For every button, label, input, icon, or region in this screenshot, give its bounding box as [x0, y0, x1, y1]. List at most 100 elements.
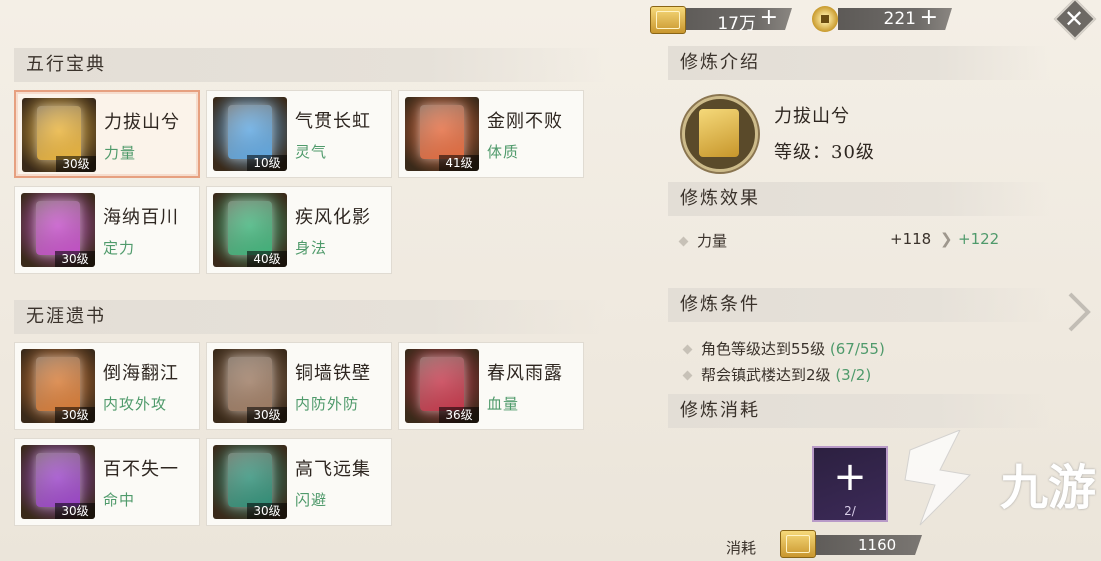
skill-icon: 30级 [21, 445, 95, 519]
skill-icon: 30级 [21, 193, 95, 267]
book-icon [36, 453, 80, 507]
skill-icon: 40级 [213, 193, 287, 267]
book-icon [37, 106, 81, 160]
section-wuya-header: 无涯遗书 [14, 300, 606, 334]
effect-next: +122 [958, 230, 1000, 248]
effect-header: 修炼效果 [668, 182, 1050, 216]
book-icon [699, 109, 739, 157]
skill-name: 力拔山兮 [104, 112, 180, 133]
skill-name: 气贯长虹 [295, 111, 371, 132]
skill-attribute: 命中 [103, 491, 136, 509]
condition-row-2: 帮会镇武楼达到2级 (3/2) [682, 364, 872, 385]
skill-card[interactable]: 30级 力拔山兮力量 [14, 90, 200, 178]
skill-attribute: 内攻外攻 [103, 395, 168, 413]
gold-ingot-icon [780, 530, 816, 558]
book-icon [228, 357, 272, 411]
effect-current: +118 [890, 230, 932, 248]
skill-level: 10级 [247, 155, 287, 171]
chevron-right-icon: ❯ [940, 230, 953, 248]
skill-attribute: 闪避 [295, 491, 328, 509]
book-icon [36, 201, 80, 255]
condition-header: 修炼条件 [668, 288, 1050, 322]
cost-header: 修炼消耗 [668, 394, 1050, 428]
skill-icon: 30级 [22, 98, 96, 172]
condition-progress: (67/55) [829, 340, 885, 358]
copper-coin-icon [812, 6, 838, 32]
selected-skill-icon [682, 96, 758, 172]
skill-attribute: 定力 [103, 239, 136, 257]
skill-card[interactable]: 30级 海纳百川定力 [14, 186, 200, 274]
bullet-icon [678, 236, 689, 247]
skill-icon: 36级 [405, 349, 479, 423]
close-icon: ✕ [1063, 5, 1085, 33]
skill-card[interactable]: 41级 金刚不败体质 [398, 90, 584, 178]
skill-name: 铜墙铁壁 [295, 363, 371, 384]
coin-add-button[interactable]: + [920, 6, 938, 30]
skill-level: 30级 [247, 503, 287, 519]
bullet-icon [682, 370, 693, 381]
skill-name: 疾风化影 [295, 207, 371, 228]
gold-value: 17万 [717, 14, 756, 34]
condition-text: 帮会镇武楼达到2级 [701, 366, 831, 384]
book-icon [228, 453, 272, 507]
book-icon [36, 357, 80, 411]
effect-attr: 力量 [697, 232, 728, 250]
skill-card[interactable]: 30级 倒海翻江内攻外攻 [14, 342, 200, 430]
skill-level: 30级 [55, 503, 95, 519]
skill-attribute: 灵气 [295, 143, 328, 161]
condition-row-1: 角色等级达到55级 (67/55) [682, 338, 885, 359]
skill-level: 30级 [55, 407, 95, 423]
skill-icon: 10级 [213, 97, 287, 171]
condition-text: 角色等级达到55级 [701, 340, 826, 358]
book-icon [228, 105, 272, 159]
skill-level: 40级 [247, 251, 287, 267]
item-count: 2/ [844, 504, 856, 518]
skill-card[interactable]: 36级 春风雨露血量 [398, 342, 584, 430]
skill-card[interactable]: 40级 疾风化影身法 [206, 186, 392, 274]
cost-value: 1160 [858, 536, 897, 554]
gold-ingot-icon [650, 6, 686, 34]
consume-item-slot[interactable]: + 2/ [812, 446, 888, 522]
skill-card[interactable]: 30级 铜墙铁壁 内防外防 [206, 342, 392, 430]
skill-icon: 30级 [213, 349, 287, 423]
skill-name: 倒海翻江 [103, 363, 179, 384]
skill-level: 30级 [247, 407, 287, 423]
skill-card[interactable]: 30级 高飞远集闪避 [206, 438, 392, 526]
intro-header: 修炼介绍 [668, 46, 1050, 80]
skill-card[interactable]: 30级 百不失一命中 [14, 438, 200, 526]
gold-add-button[interactable]: + [760, 6, 778, 30]
close-button[interactable]: ✕ [1053, 0, 1097, 41]
bullet-icon [682, 344, 693, 355]
book-icon [420, 105, 464, 159]
section-wuxing-header: 五行宝典 [14, 48, 606, 82]
condition-progress: (3/2) [835, 366, 872, 384]
gold-currency: 17万 + [650, 6, 792, 34]
coin-currency: 221 + [812, 6, 952, 32]
skill-attribute: 身法 [295, 239, 328, 257]
watermark-text: 九游 [1000, 460, 1097, 516]
skill-card[interactable]: 10级 气贯长虹灵气 [206, 90, 392, 178]
coin-value: 221 [883, 9, 916, 29]
book-icon [228, 201, 272, 255]
skill-attribute: 力量 [104, 144, 137, 162]
skill-name: 海纳百川 [103, 207, 179, 228]
selected-skill-name: 力拔山兮 [774, 106, 850, 127]
skill-level: 30级 [56, 156, 96, 172]
skill-name: 金刚不败 [487, 111, 563, 132]
plus-icon: + [833, 454, 867, 500]
skill-level: 30级 [55, 251, 95, 267]
skill-name: 高飞远集 [295, 459, 371, 480]
skill-name: 百不失一 [103, 459, 179, 480]
skill-icon: 30级 [213, 445, 287, 519]
skill-icon: 30级 [21, 349, 95, 423]
selected-skill-level: 等级：30级 [774, 142, 875, 163]
effect-row: 力量 +118 ❯ +122 [678, 230, 1000, 251]
skill-icon: 41级 [405, 97, 479, 171]
cost-label: 消耗 [726, 539, 757, 557]
skill-attribute: 血量 [487, 395, 520, 413]
skill-name: 春风雨露 [487, 363, 563, 384]
book-icon [420, 357, 464, 411]
next-page-arrow-icon[interactable] [1064, 290, 1094, 334]
skill-level: 36级 [439, 407, 479, 423]
skill-attribute: 体质 [487, 143, 520, 161]
